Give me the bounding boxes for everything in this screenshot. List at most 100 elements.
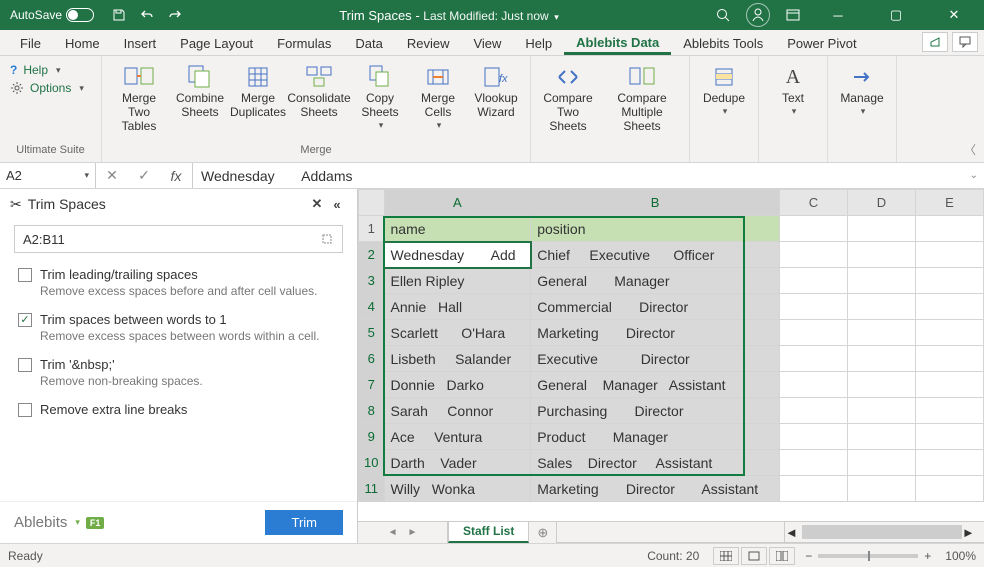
row-header-1[interactable]: 1 <box>359 216 385 242</box>
horizontal-scrollbar[interactable]: ◄► <box>784 522 984 542</box>
comments-button[interactable] <box>952 32 978 52</box>
cell-A3[interactable]: Ellen Ripley <box>384 268 531 294</box>
tab-file[interactable]: File <box>8 32 53 55</box>
checkbox[interactable] <box>18 358 32 372</box>
help-button[interactable]: ? Help▾ <box>10 62 84 78</box>
cell-E2[interactable] <box>915 242 983 268</box>
cell-B5[interactable]: Marketing Director <box>531 320 780 346</box>
cell-B11[interactable]: Marketing Director Assistant <box>531 476 780 502</box>
checkbox[interactable] <box>18 313 32 327</box>
zoom-slider[interactable] <box>818 554 918 558</box>
vlookup-wizard-button[interactable]: fxVlookup Wizard <box>468 60 524 122</box>
option-remove-linebreaks[interactable]: Remove extra line breaks <box>0 398 357 427</box>
ablebits-brand[interactable]: Ablebits ▾ F1 <box>14 514 104 531</box>
cell-E9[interactable] <box>915 424 983 450</box>
cell-D1[interactable] <box>847 216 915 242</box>
ribbon-display-icon[interactable] <box>784 6 802 24</box>
tab-power-pivot[interactable]: Power Pivot <box>775 32 868 55</box>
merge-duplicates-button[interactable]: Merge Duplicates <box>230 60 286 122</box>
page-break-view-button[interactable] <box>769 547 795 565</box>
cell-C8[interactable] <box>779 398 847 424</box>
range-input[interactable]: A2:B11 <box>14 225 343 253</box>
tab-view[interactable]: View <box>461 32 513 55</box>
cell-C4[interactable] <box>779 294 847 320</box>
row-header-3[interactable]: 3 <box>359 268 385 294</box>
sheet-nav[interactable]: ◄► <box>358 522 448 543</box>
cell-E5[interactable] <box>915 320 983 346</box>
cell-E8[interactable] <box>915 398 983 424</box>
account-icon[interactable] <box>746 3 770 27</box>
select-range-icon[interactable] <box>320 232 334 246</box>
cell-B1[interactable]: position <box>531 216 780 242</box>
cell-B10[interactable]: Sales Director Assistant <box>531 450 780 476</box>
option-trim-between[interactable]: Trim spaces between words to 1 Remove ex… <box>0 308 357 353</box>
cell-B3[interactable]: General Manager <box>531 268 780 294</box>
cancel-formula-icon[interactable]: ✕ <box>96 167 128 184</box>
tab-formulas[interactable]: Formulas <box>265 32 343 55</box>
cell-B9[interactable]: Product Manager <box>531 424 780 450</box>
row-header-5[interactable]: 5 <box>359 320 385 346</box>
cell-C3[interactable] <box>779 268 847 294</box>
row-header-10[interactable]: 10 <box>359 450 385 476</box>
cell-D11[interactable] <box>847 476 915 502</box>
undo-icon[interactable] <box>138 6 156 24</box>
pane-close-icon[interactable]: ✕ <box>307 194 327 214</box>
chevron-down-icon[interactable]: ▾ <box>75 517 80 528</box>
cell-C10[interactable] <box>779 450 847 476</box>
name-box[interactable]: A2 ▾ <box>0 163 96 188</box>
cell-D4[interactable] <box>847 294 915 320</box>
row-header-8[interactable]: 8 <box>359 398 385 424</box>
select-all-corner[interactable] <box>359 190 385 216</box>
zoom-out-button[interactable]: − <box>805 549 812 563</box>
row-header-2[interactable]: 2 <box>359 242 385 268</box>
tab-review[interactable]: Review <box>395 32 462 55</box>
close-button[interactable]: ✕ <box>932 0 976 30</box>
cell-D6[interactable] <box>847 346 915 372</box>
cell-E7[interactable] <box>915 372 983 398</box>
compare-two-sheets-button[interactable]: Compare Two Sheets <box>537 60 599 135</box>
cell-E4[interactable] <box>915 294 983 320</box>
tab-page-layout[interactable]: Page Layout <box>168 32 265 55</box>
row-header-7[interactable]: 7 <box>359 372 385 398</box>
text-button[interactable]: AText▾ <box>765 60 821 118</box>
col-header-D[interactable]: D <box>847 190 915 216</box>
spreadsheet-grid[interactable]: ABCDE1nameposition2Wednesday AddChief Ex… <box>358 189 984 543</box>
cell-C6[interactable] <box>779 346 847 372</box>
cell-B4[interactable]: Commercial Director <box>531 294 780 320</box>
cell-E3[interactable] <box>915 268 983 294</box>
cell-C9[interactable] <box>779 424 847 450</box>
cell-A9[interactable]: Ace Ventura <box>384 424 531 450</box>
cell-C2[interactable] <box>779 242 847 268</box>
manage-button[interactable]: Manage▾ <box>834 60 890 118</box>
dedupe-button[interactable]: Dedupe▾ <box>696 60 752 118</box>
cell-D8[interactable] <box>847 398 915 424</box>
cell-A8[interactable]: Sarah Connor <box>384 398 531 424</box>
add-sheet-button[interactable]: ⊕ <box>529 522 557 543</box>
redo-icon[interactable] <box>166 6 184 24</box>
fx-icon[interactable]: fx <box>160 168 192 184</box>
cell-D9[interactable] <box>847 424 915 450</box>
row-header-11[interactable]: 11 <box>359 476 385 502</box>
row-header-9[interactable]: 9 <box>359 424 385 450</box>
maximize-button[interactable]: ▢ <box>874 0 918 30</box>
cell-C7[interactable] <box>779 372 847 398</box>
minimize-button[interactable]: ─ <box>816 0 860 30</box>
cell-D2[interactable] <box>847 242 915 268</box>
pane-collapse-icon[interactable]: « <box>327 194 347 214</box>
tab-insert[interactable]: Insert <box>112 32 169 55</box>
compare-multiple-sheets-button[interactable]: Compare Multiple Sheets <box>601 60 683 135</box>
autosave-toggle[interactable]: AutoSave <box>10 8 94 22</box>
cell-A6[interactable]: Lisbeth Salander <box>384 346 531 372</box>
enter-formula-icon[interactable]: ✓ <box>128 167 160 184</box>
row-header-4[interactable]: 4 <box>359 294 385 320</box>
tab-data[interactable]: Data <box>343 32 394 55</box>
tab-ablebits-data[interactable]: Ablebits Data <box>564 31 671 55</box>
cell-D3[interactable] <box>847 268 915 294</box>
tab-help[interactable]: Help <box>513 32 564 55</box>
consolidate-sheets-button[interactable]: Consolidate Sheets <box>288 60 350 122</box>
formula-bar[interactable]: Wednesday Addams ⌄ <box>193 163 984 188</box>
cell-E10[interactable] <box>915 450 983 476</box>
cell-D10[interactable] <box>847 450 915 476</box>
zoom-in-button[interactable]: + <box>924 549 931 563</box>
row-header-6[interactable]: 6 <box>359 346 385 372</box>
